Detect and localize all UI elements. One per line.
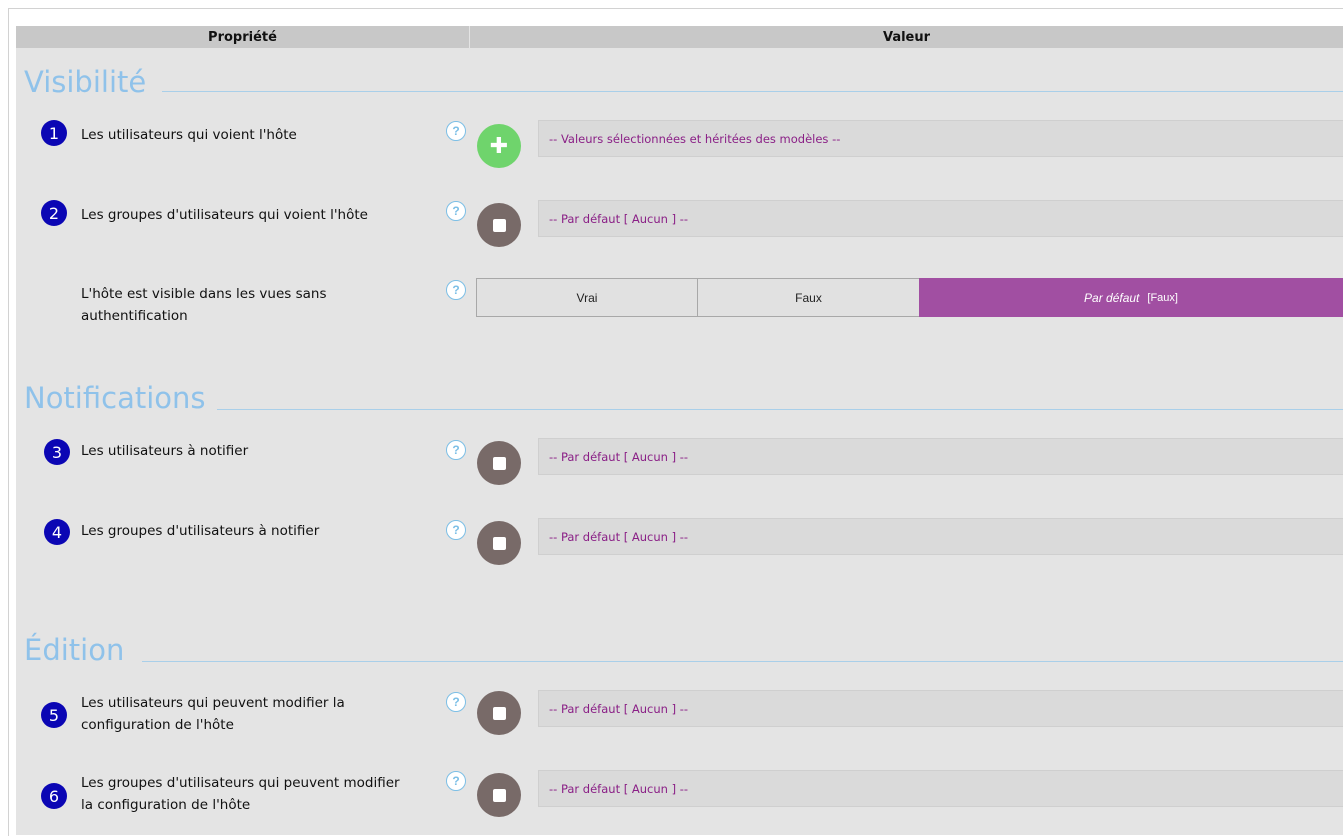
row-number-badge: 6 bbox=[41, 783, 67, 809]
label-line: Les utilisateurs qui peuvent modifier la bbox=[81, 695, 345, 711]
row-number-badge: 5 bbox=[41, 702, 67, 728]
column-header-value: Valeur bbox=[470, 26, 1343, 48]
row-label-groups-edit-config: Les groupes d'utilisateurs qui peuvent m… bbox=[81, 772, 400, 816]
label-line: authentification bbox=[81, 308, 188, 324]
row-label-users-see-host: Les utilisateurs qui voient l'hôte bbox=[81, 127, 297, 143]
help-icon[interactable]: ? bbox=[446, 280, 466, 300]
help-icon[interactable]: ? bbox=[446, 692, 466, 712]
value-field-groups-notify[interactable]: -- Par défaut [ Aucun ] -- bbox=[538, 518, 1343, 555]
help-icon[interactable]: ? bbox=[446, 201, 466, 221]
choice-default-button[interactable]: Par défaut [Faux] bbox=[919, 278, 1343, 317]
unset-users-edit-config-button[interactable] bbox=[477, 691, 521, 735]
help-icon[interactable]: ? bbox=[446, 771, 466, 791]
row-label-groups-see-host: Les groupes d'utilisateurs qui voient l'… bbox=[81, 207, 368, 223]
square-icon bbox=[492, 536, 506, 550]
row-number-badge: 2 bbox=[41, 200, 67, 226]
choice-default-value: [Faux] bbox=[1147, 291, 1178, 304]
unset-users-notify-button[interactable] bbox=[477, 441, 521, 485]
section-title-notifications: Notifications bbox=[24, 381, 206, 415]
unset-groups-edit-config-button[interactable] bbox=[477, 773, 521, 817]
plus-icon: ✚ bbox=[489, 133, 509, 158]
section-divider bbox=[217, 409, 1343, 410]
square-icon bbox=[492, 456, 506, 470]
unset-groups-see-host-button[interactable] bbox=[477, 203, 521, 247]
square-icon bbox=[492, 218, 506, 232]
choice-true-button[interactable]: Vrai bbox=[476, 278, 698, 317]
value-field-users-notify[interactable]: -- Par défaut [ Aucun ] -- bbox=[538, 438, 1343, 475]
label-line: configuration de l'hôte bbox=[81, 717, 234, 733]
row-label-users-edit-config: Les utilisateurs qui peuvent modifier la… bbox=[81, 692, 345, 736]
value-field-users-see-host[interactable]: -- Valeurs sélectionnées et héritées des… bbox=[538, 120, 1343, 157]
row-number-badge: 1 bbox=[41, 120, 67, 146]
row-label-visible-unauth: L'hôte est visible dans les vues sans au… bbox=[81, 283, 326, 327]
unset-groups-notify-button[interactable] bbox=[477, 521, 521, 565]
row-label-users-notify: Les utilisateurs à notifier bbox=[81, 443, 249, 459]
label-line: la configuration de l'hôte bbox=[81, 797, 251, 813]
value-field-groups-see-host[interactable]: -- Par défaut [ Aucun ] -- bbox=[538, 200, 1343, 237]
help-icon[interactable]: ? bbox=[446, 121, 466, 141]
help-icon[interactable]: ? bbox=[446, 520, 466, 540]
help-icon[interactable]: ? bbox=[446, 440, 466, 460]
label-line: Les groupes d'utilisateurs qui peuvent m… bbox=[81, 775, 400, 791]
row-number-badge: 3 bbox=[44, 439, 70, 465]
row-label-groups-notify: Les groupes d'utilisateurs à notifier bbox=[81, 523, 320, 539]
section-divider bbox=[162, 91, 1343, 92]
value-field-users-edit-config[interactable]: -- Par défaut [ Aucun ] -- bbox=[538, 690, 1343, 727]
add-users-see-host-button[interactable]: ✚ bbox=[477, 124, 521, 168]
section-title-visibility: Visibilité bbox=[24, 65, 147, 99]
row-number-badge: 4 bbox=[44, 519, 70, 545]
column-header-property: Propriété bbox=[16, 26, 469, 48]
choice-default-label: Par défaut bbox=[1084, 290, 1140, 305]
value-field-groups-edit-config[interactable]: -- Par défaut [ Aucun ] -- bbox=[538, 770, 1343, 807]
square-icon bbox=[492, 788, 506, 802]
square-icon bbox=[492, 706, 506, 720]
label-line: L'hôte est visible dans les vues sans bbox=[81, 286, 327, 302]
section-divider bbox=[142, 661, 1343, 662]
choice-false-button[interactable]: Faux bbox=[697, 278, 920, 317]
section-title-edition: Édition bbox=[24, 633, 125, 667]
